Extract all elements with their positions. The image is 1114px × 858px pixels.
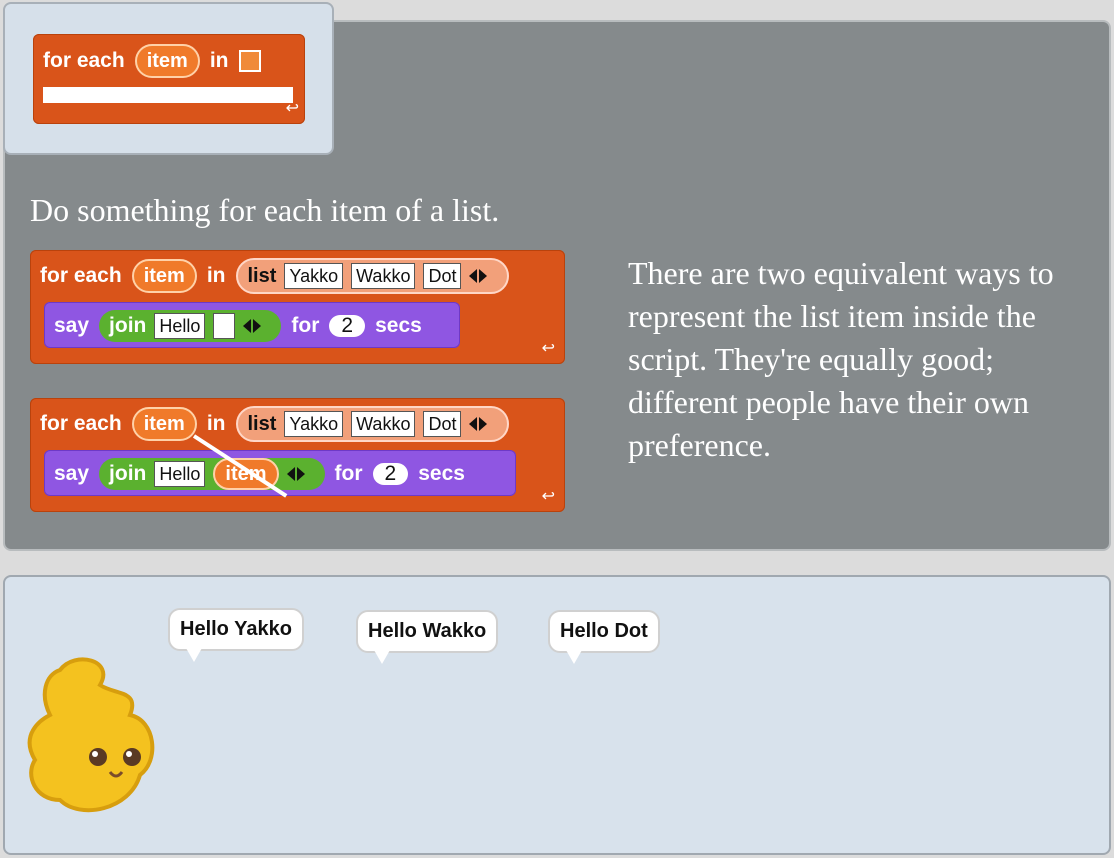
list-item-1[interactable]: Yakko <box>284 411 344 437</box>
for-each-label: for each <box>43 49 125 72</box>
c-slot <box>43 87 293 103</box>
in-label: in <box>206 264 226 287</box>
side-explanation: There are two equivalent ways to represe… <box>628 255 1054 463</box>
list-item-3[interactable]: Dot <box>423 263 462 289</box>
say-block[interactable]: say join Hello for 2 secs <box>44 302 460 348</box>
for-label: for <box>334 462 363 485</box>
say-label: say <box>54 314 90 337</box>
secs-label: secs <box>418 462 465 485</box>
list-label: list <box>247 264 277 287</box>
list-arrows-icon[interactable] <box>469 265 497 287</box>
join-reporter[interactable]: join Hello <box>99 310 282 342</box>
join-arrows-icon[interactable] <box>243 315 271 337</box>
in-label: in <box>209 49 229 72</box>
for-each-block[interactable]: for each item in ↩ <box>33 34 305 124</box>
for-each-label: for each <box>40 264 122 287</box>
item-variable[interactable]: item <box>131 259 197 293</box>
list-reporter[interactable]: list Yakko Wakko Dot <box>235 258 510 294</box>
item-variable[interactable]: item <box>134 44 200 78</box>
loop-arrow-icon: ↩ <box>541 340 555 357</box>
loop-arrow-icon: ↩ <box>285 100 299 117</box>
join-reporter[interactable]: join Hello item <box>99 458 325 490</box>
sprite-icon[interactable] <box>20 650 170 830</box>
join-hello-slot[interactable]: Hello <box>154 461 206 487</box>
item-variable[interactable]: item <box>131 407 197 441</box>
list-reporter[interactable]: list Yakko Wakko Dot <box>235 406 510 442</box>
secs-input[interactable]: 2 <box>372 462 409 485</box>
for-each-script-1[interactable]: for each item in list Yakko Wakko Dot sa… <box>30 250 565 364</box>
speech-bubble-2: Hello Wakko <box>356 610 499 664</box>
list-label: list <box>247 412 277 435</box>
list-item-1[interactable]: Yakko <box>284 263 344 289</box>
speech-bubble-1: Hello Yakko <box>168 608 304 662</box>
list-item-2[interactable]: Wakko <box>351 263 416 289</box>
block-preview-panel: for each item in ↩ <box>3 2 334 155</box>
say-label: say <box>54 462 90 485</box>
join-hello-slot[interactable]: Hello <box>154 313 206 339</box>
in-label: in <box>206 412 226 435</box>
for-label: for <box>291 314 320 337</box>
join-empty-slot[interactable] <box>213 313 236 339</box>
secs-input[interactable]: 2 <box>329 314 366 337</box>
for-each-script-2[interactable]: for each item in list Yakko Wakko Dot sa… <box>30 398 565 512</box>
secs-label: secs <box>375 314 422 337</box>
description: Do something for each item of a list. <box>30 192 500 228</box>
join-label: join <box>109 314 147 337</box>
list-arrows-icon[interactable] <box>469 413 497 435</box>
loop-arrow-icon: ↩ <box>541 488 555 505</box>
list-item-2[interactable]: Wakko <box>351 411 416 437</box>
join-label: join <box>109 462 147 485</box>
speech-bubble-3: Hello Dot <box>548 610 660 664</box>
list-slot[interactable] <box>238 50 261 72</box>
join-arrows-icon[interactable] <box>286 463 315 485</box>
for-each-label: for each <box>40 412 122 435</box>
list-item-3[interactable]: Dot <box>423 411 462 437</box>
